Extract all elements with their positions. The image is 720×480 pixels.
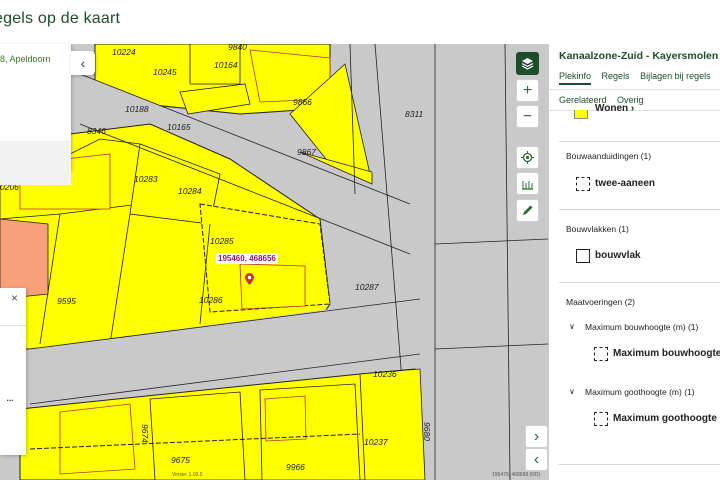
plot-number: 10286 — [199, 295, 223, 305]
page-title: egels op de kaart — [0, 10, 121, 27]
panel-title: Kanaalzone-Zuid - Kayersmolen — [559, 50, 719, 62]
plot-number: 10284 — [178, 186, 202, 196]
tab-regels[interactable]: Regels — [602, 71, 630, 81]
next-button[interactable]: › — [525, 425, 548, 448]
address-text: 8, Apeldoorn — [0, 54, 51, 64]
bouwhoogte-item[interactable]: Maximum bouwhoogte (m — [613, 348, 720, 359]
measure-icon — [522, 181, 533, 190]
location-card: 8, Apeldoorn — [0, 44, 71, 185]
goothoogte-item[interactable]: Maximum goothoogte (m — [613, 413, 720, 424]
draw-button[interactable] — [516, 199, 539, 222]
plot-number: 10236 — [373, 369, 397, 379]
plot-number: 9680 — [422, 422, 432, 441]
layers-button[interactable] — [516, 52, 539, 75]
divider — [559, 141, 720, 142]
plot-number: 9866 — [293, 97, 312, 107]
plot-number: 10237 — [364, 437, 388, 447]
bouwaanduidingen-heading: Bouwaanduidingen (1) — [566, 151, 652, 161]
chevron-right-icon: › — [533, 427, 540, 445]
maatvoering-group-bouwhoogte[interactable]: Maximum bouwhoogte (m) (1) — [585, 322, 698, 332]
plot-number: 10224 — [112, 47, 136, 57]
bouwvlakken-heading: Bouwvlakken (1) — [566, 224, 629, 234]
legend-panel: × ... — [0, 288, 26, 455]
bouwaanduiding-swatch — [576, 177, 590, 191]
version-text: Versie: 1.93.0 — [172, 472, 203, 478]
plot-number: 9675 — [171, 455, 190, 465]
plot-number: 10165 — [167, 122, 191, 132]
plot-number: 9867 — [297, 147, 316, 157]
bouwaanduiding-item[interactable]: twee-aaneen — [595, 178, 655, 189]
cursor-coordinates: 195479, 468658 (RD) — [492, 472, 541, 478]
collapse-panel-button[interactable]: ‹ — [71, 51, 95, 75]
prev-button[interactable]: ‹ — [525, 448, 548, 471]
plot-number: 9674 — [140, 424, 150, 443]
zoom-in-button[interactable]: + — [516, 79, 539, 102]
coordinate-label: 195460, 468656 — [216, 253, 278, 264]
plot-number: 10188 — [125, 104, 149, 114]
plot-number: 9966 — [286, 462, 305, 472]
plot-number: 10285 — [210, 236, 234, 246]
zoom-out-button[interactable]: − — [516, 105, 539, 128]
goothoogte-swatch — [594, 412, 608, 426]
chevron-left-icon: ‹ — [80, 55, 86, 71]
wonen-swatch — [574, 110, 588, 119]
locate-icon — [521, 151, 534, 164]
plot-number: 10164 — [214, 60, 238, 70]
card-footer — [0, 141, 71, 185]
wonen-label[interactable]: Wonen › — [595, 103, 634, 114]
layers-icon — [521, 58, 534, 70]
info-side-panel: Kanaalzone-Zuid - Kayersmolen Plekinfo R… — [548, 44, 720, 480]
tab-row-primary: Plekinfo Regels Bijlagen bij regels T — [559, 71, 720, 85]
bouwvlak-item[interactable]: bouwvlak — [595, 250, 641, 261]
plot-number: 10245 — [153, 67, 177, 77]
close-icon[interactable]: × — [11, 291, 18, 305]
plus-icon: + — [522, 81, 533, 99]
divider — [0, 325, 26, 326]
maatvoering-group-goothoogte[interactable]: Maximum goothoogte (m) (1) — [585, 387, 695, 397]
locate-button[interactable] — [516, 146, 539, 169]
chevron-down-icon[interactable]: ∨ — [569, 387, 575, 396]
maatvoeringen-heading: Maatvoeringen (2) — [566, 297, 635, 307]
plot-number: 9840 — [228, 44, 247, 52]
pencil-icon — [523, 205, 533, 215]
divider — [559, 464, 720, 465]
tab-bijlagen[interactable]: Bijlagen bij regels — [640, 71, 711, 81]
plot-number: 10283 — [134, 174, 158, 184]
divider — [549, 89, 720, 90]
map-pin-icon — [245, 273, 254, 285]
divider — [559, 282, 720, 283]
plot-number: 9595 — [57, 296, 76, 306]
plot-number: 10287 — [355, 282, 379, 292]
plot-number: 8311 — [405, 109, 424, 119]
minus-icon: − — [522, 107, 533, 125]
bouwhoogte-swatch — [594, 347, 608, 361]
measure-button[interactable] — [516, 172, 539, 195]
bouwvlak-swatch — [576, 249, 590, 263]
tab-plekinfo[interactable]: Plekinfo — [559, 71, 592, 85]
plot-number: 8346 — [87, 126, 106, 136]
page-header: egels op de kaart — [0, 0, 720, 44]
chevron-down-icon[interactable]: ∨ — [569, 322, 575, 331]
chevron-left-icon: ‹ — [533, 450, 540, 468]
divider — [559, 209, 720, 210]
more-options-icon[interactable]: ... — [6, 390, 14, 404]
